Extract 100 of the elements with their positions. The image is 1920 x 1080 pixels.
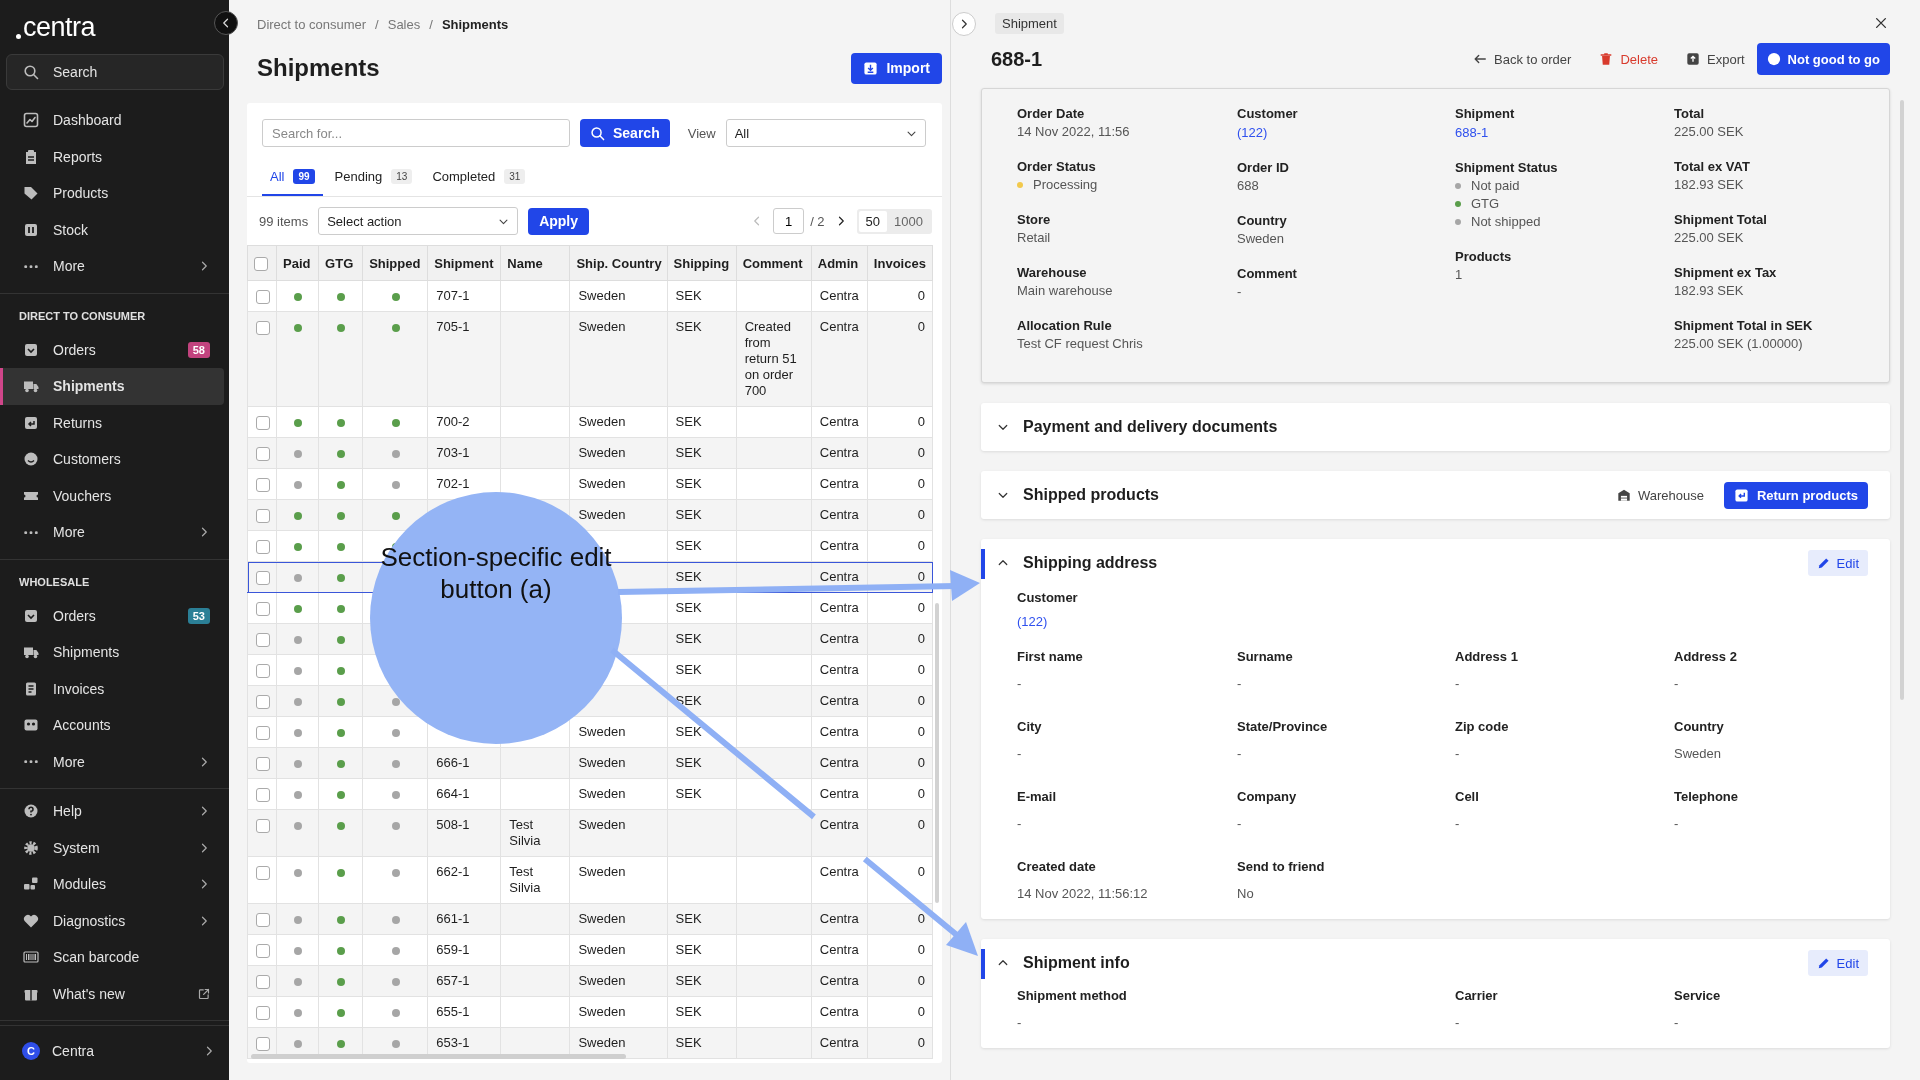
sidebar-item[interactable]: Dashboard bbox=[0, 102, 224, 139]
row-checkbox[interactable] bbox=[256, 477, 270, 492]
edit-button[interactable]: Edit bbox=[1807, 550, 1868, 576]
row-checkbox[interactable] bbox=[256, 1036, 270, 1051]
sidebar-item[interactable]: Customers bbox=[0, 441, 224, 478]
row-checkbox[interactable] bbox=[256, 415, 270, 430]
sidebar-item[interactable]: More bbox=[0, 248, 224, 285]
column-header[interactable]: Shipping bbox=[667, 245, 737, 281]
filter-tab[interactable]: Completed 31 bbox=[424, 169, 534, 196]
row-checkbox[interactable] bbox=[256, 601, 270, 616]
row-checkbox[interactable] bbox=[256, 974, 270, 989]
expand-button[interactable] bbox=[952, 12, 976, 36]
section-title[interactable]: Shipping address bbox=[1023, 554, 1158, 572]
apply-button[interactable]: Apply bbox=[528, 207, 590, 235]
row-checkbox[interactable] bbox=[256, 694, 270, 709]
row-checkbox[interactable] bbox=[256, 539, 270, 554]
collapse-button[interactable] bbox=[214, 11, 238, 35]
table-row[interactable]: 508-1 Test Silvia Sweden Centra 0 bbox=[247, 809, 933, 857]
sidebar-item[interactable]: Accounts bbox=[0, 707, 224, 744]
table-row[interactable]: 659-1 Sweden SEK Centra 0 bbox=[247, 934, 933, 966]
sidebar-item[interactable]: Scan barcode bbox=[0, 939, 224, 976]
sidebar-item[interactable]: Returns bbox=[0, 404, 224, 441]
section-title[interactable]: Payment and delivery documents bbox=[1023, 418, 1278, 436]
search-field[interactable]: Search for... bbox=[262, 119, 570, 147]
sidebar-item[interactable]: Orders 53 bbox=[0, 597, 224, 634]
scrollbar-thumb[interactable] bbox=[935, 603, 939, 903]
row-checkbox[interactable] bbox=[256, 912, 270, 927]
table-row[interactable]: 655-1 Sweden SEK Centra 0 bbox=[247, 996, 933, 1028]
page-size-option[interactable]: 50 bbox=[858, 210, 888, 232]
table-row[interactable]: 707-1 Sweden SEK Centra 0 bbox=[247, 280, 933, 312]
status-button[interactable]: Not good to go bbox=[1756, 43, 1890, 75]
field-link[interactable]: (122) bbox=[1237, 124, 1268, 142]
row-checkbox[interactable] bbox=[256, 1005, 270, 1020]
column-header[interactable]: Ship. Country bbox=[569, 245, 668, 281]
filter-tab[interactable]: Pending 13 bbox=[326, 169, 421, 196]
sidebar-item[interactable]: Reports bbox=[0, 138, 224, 175]
sidebar-item[interactable]: Vouchers bbox=[0, 477, 224, 514]
action-dropdown[interactable]: Select action bbox=[318, 207, 519, 235]
column-header[interactable]: Name bbox=[500, 245, 570, 281]
back-link[interactable]: Back to order bbox=[1473, 51, 1572, 67]
row-checkbox[interactable] bbox=[256, 446, 270, 461]
breadcrumb-link[interactable]: Shipments bbox=[441, 17, 509, 33]
table-row[interactable]: 657-1 Sweden SEK Centra 0 bbox=[247, 965, 933, 997]
row-checkbox[interactable] bbox=[256, 818, 270, 833]
table-row[interactable]: 661-1 Sweden SEK Centra 0 bbox=[247, 903, 933, 935]
page-size-option[interactable]: 1000 bbox=[887, 210, 930, 232]
sidebar-item[interactable]: What's new bbox=[0, 975, 224, 1012]
customer-link[interactable]: (122) bbox=[1017, 613, 1048, 631]
column-header[interactable]: Shipped bbox=[362, 245, 428, 281]
filter-tab[interactable]: All 99 bbox=[262, 169, 323, 196]
section-title[interactable]: Shipment info bbox=[1023, 954, 1130, 972]
table-row[interactable]: 653-1 Sweden SEK Centra 0 bbox=[247, 1027, 933, 1059]
column-header[interactable]: Shipment bbox=[427, 245, 501, 281]
sidebar-item[interactable]: More bbox=[0, 743, 224, 780]
warehouse-button[interactable]: Warehouse bbox=[1616, 487, 1704, 503]
return-products-button[interactable]: Return products bbox=[1723, 481, 1868, 509]
sidebar-item[interactable]: Invoices bbox=[0, 670, 224, 707]
sidebar-item[interactable]: Products bbox=[0, 175, 224, 212]
field-link[interactable]: 688-1 bbox=[1455, 124, 1489, 142]
table-row[interactable]: 662-1 Test Silvia Sweden Centra 0 bbox=[247, 856, 933, 904]
edit-button[interactable]: Edit bbox=[1807, 950, 1868, 976]
sidebar-item[interactable]: Diagnostics bbox=[0, 902, 224, 939]
import-button[interactable]: Import bbox=[851, 52, 942, 84]
view-dropdown[interactable]: All bbox=[725, 119, 926, 147]
row-checkbox[interactable] bbox=[256, 508, 270, 523]
sidebar-item[interactable]: More bbox=[0, 514, 224, 551]
table-row[interactable]: 705-1 Sweden SEK Created from return 51 on order 700 Centra 0 bbox=[247, 311, 933, 407]
search-button[interactable]: Search bbox=[6, 54, 224, 90]
delete-button[interactable]: Delete bbox=[1599, 51, 1658, 67]
row-checkbox[interactable] bbox=[256, 663, 270, 678]
column-header[interactable]: Paid bbox=[276, 245, 319, 281]
column-header[interactable]: Admin bbox=[811, 245, 868, 281]
sidebar-item[interactable]: System bbox=[0, 829, 224, 866]
section-title[interactable]: Shipped products bbox=[1023, 486, 1159, 504]
sidebar-item[interactable]: Orders 58 bbox=[0, 331, 224, 368]
breadcrumb-link[interactable]: Direct to consumer bbox=[257, 17, 367, 33]
table-row[interactable]: 666-1 Sweden SEK Centra 0 bbox=[247, 747, 933, 779]
search-button[interactable]: Search bbox=[580, 119, 670, 147]
row-checkbox[interactable] bbox=[256, 632, 270, 647]
column-header[interactable]: Comment bbox=[736, 245, 812, 281]
column-header[interactable]: Invoices bbox=[867, 245, 933, 281]
close-icon[interactable] bbox=[1874, 16, 1888, 30]
row-checkbox[interactable] bbox=[256, 865, 270, 880]
sidebar-item[interactable]: Modules bbox=[0, 866, 224, 903]
page-field[interactable]: 1 bbox=[773, 208, 805, 234]
row-checkbox[interactable] bbox=[256, 570, 270, 585]
sidebar-item[interactable]: Shipments bbox=[0, 634, 224, 671]
table-row[interactable]: 664-1 Sweden SEK Centra 0 bbox=[247, 778, 933, 810]
row-checkbox[interactable] bbox=[256, 320, 270, 335]
export-button[interactable]: Export bbox=[1686, 51, 1745, 67]
row-checkbox[interactable] bbox=[256, 289, 270, 304]
scrollbar-thumb[interactable] bbox=[251, 1054, 626, 1059]
table-row[interactable]: 700-2 Sweden SEK Centra 0 bbox=[247, 406, 933, 438]
column-header[interactable]: GTG bbox=[318, 245, 363, 281]
select-all-checkbox[interactable] bbox=[254, 256, 268, 271]
sidebar-item[interactable]: Shipments bbox=[0, 368, 224, 405]
row-checkbox[interactable] bbox=[256, 943, 270, 958]
scrollbar-thumb[interactable] bbox=[1900, 100, 1904, 700]
row-checkbox[interactable] bbox=[256, 756, 270, 771]
account-item[interactable]: C Centra bbox=[0, 1025, 229, 1076]
